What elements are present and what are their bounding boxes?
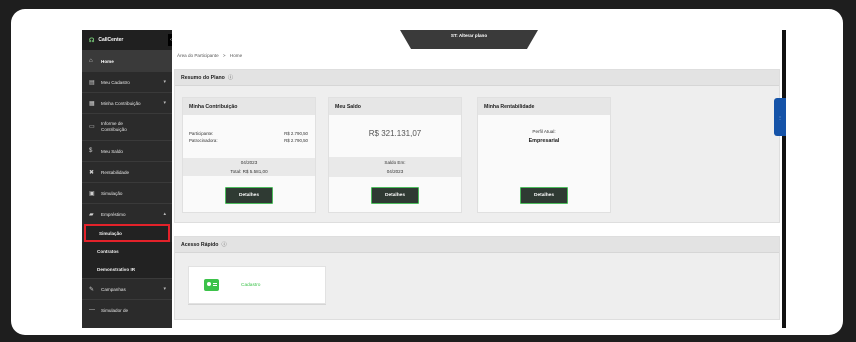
sidebar-item-label: Campanhas [101, 286, 126, 292]
rentabilidade-caption: Perfil Atual: [532, 129, 556, 134]
sidebar-item-label: Home [101, 58, 114, 64]
breadcrumb-current: Home [229, 53, 243, 58]
sidebar-item-informe-contribuicao[interactable]: ▭ Informe de Contribuição [82, 113, 172, 140]
rentabilidade-profile: Empresarial [528, 138, 560, 144]
chevron-down-icon: ▾ [163, 79, 166, 85]
sidebar-item-meu-saldo[interactable]: $ Meu Saldo [82, 140, 172, 161]
contribution-footer: 04/2023 Total: R$ 5.581,00 [183, 158, 315, 176]
contribution-row: Participante: R$ 2.790,50 [183, 131, 315, 138]
panel-title: Resumo do Plano [181, 74, 225, 81]
help-icon[interactable]: ⓘ [221, 241, 226, 248]
sidebar-item-simulador[interactable]: — Simulador de [82, 299, 172, 320]
rentabilidade-details-button[interactable]: Detalhes [520, 187, 568, 204]
sidebar-brand[interactable]: ☊ CallCenter [82, 30, 172, 50]
row-value: R$ 2.790,50 [284, 131, 308, 136]
sidebar-subitem-demonstrativo-ir[interactable]: Demonstrativo IR [82, 260, 172, 278]
sidebar-brand-label: CallCenter [98, 37, 124, 43]
id-card-icon: ▤ [89, 79, 95, 86]
sidebar-item-label: Meu Cadastro [101, 79, 130, 85]
help-icon[interactable]: ⓘ [228, 74, 233, 81]
sidebar-item-emprestimo[interactable]: ▰ Empréstimo ▴ [82, 203, 172, 224]
sidebar-item-label: Simulação [101, 190, 123, 196]
sidebar-item-label: Empréstimo [101, 211, 126, 217]
panel-title: Acesso Rápido [181, 241, 219, 248]
quick-access-cadastro[interactable]: Cadastro [188, 266, 326, 304]
dots-icon: — [89, 307, 95, 313]
panel-header: Resumo do Plano ⓘ [175, 70, 779, 86]
saldo-details-button[interactable]: Detalhes [371, 187, 419, 204]
card-title: Minha Rentabilidade [478, 98, 610, 115]
contribution-period: 04/2023 [240, 160, 258, 165]
panel-header: Acesso Rápido ⓘ [175, 237, 779, 253]
sidebar: ☊ CallCenter ‹ ⌂ Home ▤ Meu Cadastro ▾ ▦… [82, 30, 174, 328]
sidebar-item-simulacao[interactable]: ▣ Simulação [82, 182, 172, 203]
card-title: Minha Contribuição [183, 98, 315, 115]
sidebar-subitem-label: Simulação [99, 230, 122, 236]
sidebar-subitem-simulacao[interactable]: Simulação [84, 224, 170, 242]
saldo-caption: Saldo Em: [384, 160, 406, 165]
acesso-rapido-panel: Acesso Rápido ⓘ Cadastro [174, 236, 780, 320]
main-content: ST: Alterar plano Área do Participante >… [172, 30, 782, 328]
dollar-icon: $ [89, 148, 93, 154]
sidebar-item-label: Minha Contribuição [101, 100, 141, 106]
sidebar-item-home[interactable]: ⌂ Home [82, 50, 172, 71]
sidebar-item-label: Simulador de [101, 307, 129, 313]
contribuicao-details-button[interactable]: Detalhes [225, 187, 273, 204]
resumo-do-plano-panel: Resumo do Plano ⓘ Minha Contribuição Par… [174, 69, 780, 223]
breadcrumb-separator: > [222, 53, 226, 58]
sidebar-subitem-label: Demonstrativo IR [97, 266, 136, 272]
edit-icon: ✎ [89, 286, 95, 293]
app-window: ☊ CallCenter ‹ ⌂ Home ▤ Meu Cadastro ▾ ▦… [82, 30, 786, 328]
plan-switcher-tab[interactable]: ST: Alterar plano [400, 30, 538, 49]
wallet-icon: ▰ [89, 211, 94, 218]
sidebar-subitem-contratos[interactable]: Contratos [82, 242, 172, 260]
sidebar-item-rentabilidade[interactable]: ✖ Rentabilidade [82, 161, 172, 182]
sidebar-subitem-label: Contratos [97, 248, 119, 254]
id-card-icon [204, 279, 219, 291]
saldo-period: 04/2023 [386, 169, 404, 174]
chevron-up-icon: ▴ [163, 211, 166, 217]
quick-access-label: Cadastro [241, 282, 261, 288]
home-icon: ⌂ [89, 58, 93, 64]
breadcrumb-root-link[interactable]: Área do Participante [177, 53, 219, 58]
side-help-tab[interactable]: ⋮ [774, 98, 786, 136]
contribution-total: Total: R$ 5.581,00 [230, 169, 268, 174]
sidebar-item-label: Informe de Contribuição [101, 121, 127, 132]
plan-switcher-label: ST: Alterar plano [450, 33, 488, 38]
row-value: R$ 2.790,50 [284, 138, 308, 143]
calculator-icon: ▣ [89, 190, 95, 197]
sidebar-item-label: Rentabilidade [101, 169, 130, 175]
card-title: Meu Saldo [329, 98, 461, 115]
row-label: Participante: [189, 131, 214, 136]
contribution-row: Patrocinadora: R$ 2.790,50 [183, 138, 315, 145]
rentabilidade-card: Minha Rentabilidade Perfil Atual: Empres… [477, 97, 611, 213]
headset-icon: ☊ [89, 37, 95, 44]
percent-icon: ✖ [89, 169, 95, 176]
breadcrumb: Área do Participante > Home [177, 53, 242, 58]
chevron-down-icon: ▾ [163, 286, 166, 292]
document-icon: ▭ [89, 124, 95, 130]
chart-icon: ▦ [89, 100, 95, 107]
saldo-amount: R$ 321.131,07 [368, 129, 422, 138]
sidebar-item-minha-contribuicao[interactable]: ▦ Minha Contribuição ▾ [82, 92, 172, 113]
chevron-down-icon: ▾ [163, 100, 166, 106]
contribuicao-card: Minha Contribuição Participante: R$ 2.79… [182, 97, 316, 213]
saldo-footer: Saldo Em: 04/2023 [329, 157, 461, 177]
saldo-card: Meu Saldo R$ 321.131,07 Saldo Em: 04/202… [328, 97, 462, 213]
sidebar-item-label: Meu Saldo [101, 148, 123, 154]
sidebar-item-campanhas[interactable]: ✎ Campanhas ▾ [82, 278, 172, 299]
sidebar-item-meu-cadastro[interactable]: ▤ Meu Cadastro ▾ [82, 71, 172, 92]
row-label: Patrocinadora: [189, 138, 218, 143]
